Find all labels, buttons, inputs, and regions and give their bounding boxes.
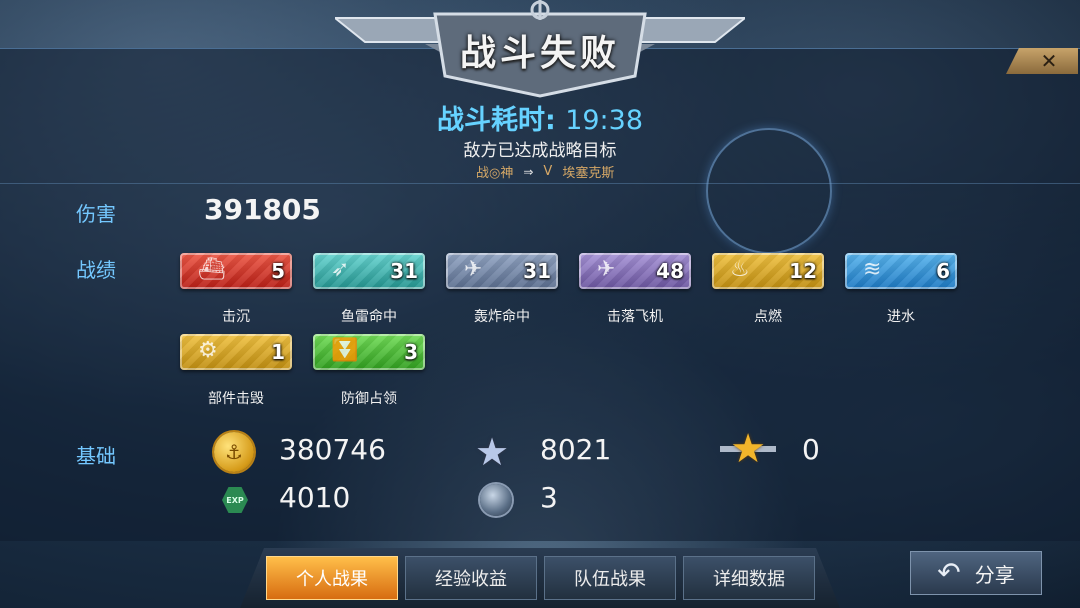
badge-flood[interactable]: ≋ 6: [845, 253, 957, 289]
badge-label-bomb: 轰炸命中: [474, 309, 530, 325]
badge-torpedo[interactable]: ➶ 31: [313, 253, 425, 289]
badge-label-parts: 部件击毁: [208, 391, 264, 407]
silver-star-value: 8021: [540, 433, 612, 466]
tab-personal-results[interactable]: 个人战果: [266, 556, 398, 600]
gold-star-badge: ★: [720, 426, 776, 474]
damage-value: 391805: [204, 193, 321, 226]
divider: [0, 183, 1080, 184]
close-icon: ✕: [1040, 49, 1058, 73]
bomber-icon: ✈: [464, 257, 483, 282]
gear-icon: ⚙: [198, 338, 218, 363]
duration-label: 战斗耗时:: [436, 105, 556, 136]
gold-star-icon: ★: [730, 426, 766, 472]
badge-fire[interactable]: ♨ 12: [712, 253, 824, 289]
badge-label-defense: 防御占领: [341, 391, 397, 407]
tab-exp-income[interactable]: 经验收益: [405, 556, 537, 600]
badge-label-planes: 击落飞机: [607, 309, 663, 325]
torpedo-icon: ➶: [331, 257, 350, 282]
badge-label-fire: 点燃: [754, 309, 782, 325]
plane-icon: ✈: [597, 257, 616, 282]
silver-star-icon: ★: [474, 430, 510, 474]
coin-icon: ⚓: [214, 432, 254, 472]
warship-icon: ⛴: [198, 257, 226, 282]
gold-star-value: 0: [802, 433, 820, 466]
battle-duration: 战斗耗时: 19:38: [0, 98, 1080, 137]
fire-icon: ♨: [730, 257, 750, 282]
vs-label: V: [543, 164, 553, 179]
tab-team-results[interactable]: 队伍战果: [544, 556, 676, 600]
badge-planes[interactable]: ✈ 48: [579, 253, 691, 289]
badge-label-torpedo: 鱼雷命中: [341, 309, 397, 325]
matchup: 战◎神 ⇒ V 埃塞克斯: [476, 162, 614, 181]
page-title: 战斗失败: [459, 33, 620, 74]
share-button[interactable]: ↶ 分享: [910, 551, 1042, 595]
radar-ring: [706, 128, 832, 254]
badge-label-flood: 进水: [887, 309, 915, 325]
share-label: 分享: [974, 562, 1015, 587]
badge-parts[interactable]: ⚙ 1: [180, 334, 292, 370]
exp-value: 4010: [279, 481, 351, 514]
enemy-name: 埃塞克斯: [562, 166, 615, 181]
tab-detailed-data[interactable]: 详细数据: [683, 556, 815, 600]
badge-bomb[interactable]: ✈ 31: [446, 253, 558, 289]
orb-icon: [480, 484, 512, 516]
badge-defense[interactable]: ⏬ 3: [313, 334, 425, 370]
title-emblem: 战斗失败: [335, 0, 745, 100]
duration-value: 19:38: [565, 105, 644, 136]
damage-label: 伤害: [76, 202, 116, 226]
badge-sunk[interactable]: ⛴ 5: [180, 253, 292, 289]
record-label: 战绩: [76, 258, 116, 282]
coins-value: 380746: [279, 433, 386, 466]
defeat-reason: 敌方已达成战略目标: [463, 141, 617, 161]
orb-value: 3: [540, 481, 558, 514]
water-icon: ≋: [863, 257, 882, 282]
player-name: 战◎神: [476, 166, 514, 181]
arrow-right-icon: ⇒: [523, 164, 534, 179]
chevron-down-icon: ⏬: [331, 338, 359, 363]
base-label: 基础: [76, 444, 116, 468]
share-arrow-icon: ↶: [937, 556, 961, 589]
badge-label-sunk: 击沉: [222, 309, 250, 325]
